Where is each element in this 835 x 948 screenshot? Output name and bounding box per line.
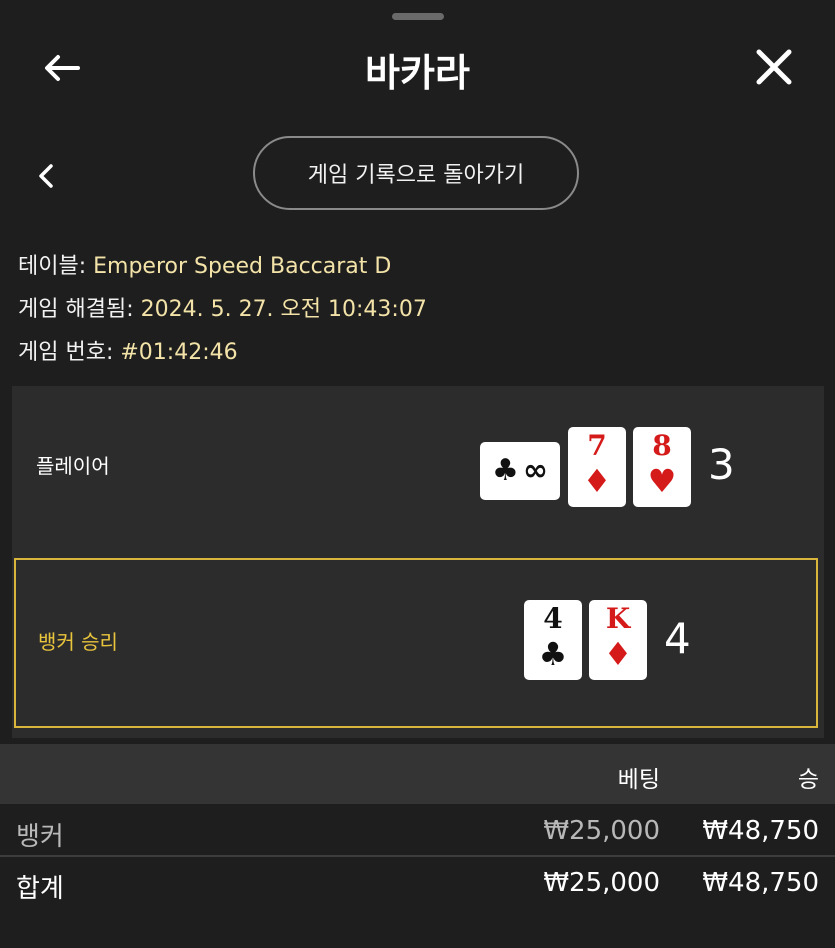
banker-score: 4: [664, 614, 691, 663]
bet-column-header: 베팅: [617, 767, 660, 793]
player-card-2-suit: ♦: [582, 462, 612, 500]
sheet-grabber[interactable]: [392, 13, 444, 20]
win-column-header: 승: [797, 767, 819, 793]
player-card-3: 8 ♥: [633, 427, 691, 507]
player-card-3-suit: ♥: [647, 462, 677, 500]
player-label: 플레이어: [36, 454, 110, 478]
bet-table-header: 베팅 승: [0, 744, 835, 804]
player-hand: 플레이어 ♣ ∞ 7 ♦ 8 ♥ 3: [12, 386, 824, 546]
round-result-panel: 플레이어 ♣ ∞ 7 ♦ 8 ♥ 3 뱅커 승리 4 ♣ K ♦ 4: [12, 386, 824, 738]
total-label: 합계: [16, 874, 64, 904]
player-score: 3: [708, 440, 735, 489]
banker-result-label: 뱅커 승리: [38, 630, 118, 654]
game-number-value: #01:42:46: [120, 340, 238, 365]
bet-row-total: 합계 ₩25,000 ₩48,750: [0, 858, 835, 908]
bet-row-name: 뱅커: [16, 822, 64, 852]
banker-card-1-suit: ♣: [538, 635, 568, 673]
resolved-info: 게임 해결됨: 2024. 5. 27. 오전 10:43:07: [18, 291, 427, 323]
player-card-1-suit: ♣: [492, 453, 519, 488]
player-card-3-rank: 8: [652, 429, 672, 462]
bet-row-amount: ₩25,000: [543, 816, 660, 846]
game-number-label: 게임 번호:: [18, 340, 121, 365]
bet-row-banker: 뱅커 ₩25,000 ₩48,750: [0, 806, 835, 856]
game-number-info: 게임 번호: #01:42:46: [18, 334, 238, 366]
player-card-2: 7 ♦: [568, 427, 626, 507]
previous-round-button[interactable]: [30, 158, 62, 194]
total-win: ₩48,750: [702, 868, 819, 898]
table-label: 테이블:: [18, 254, 94, 279]
divider: [0, 855, 835, 857]
table-info: 테이블: Emperor Speed Baccarat D: [18, 248, 391, 280]
banker-card-2-suit: ♦: [603, 635, 633, 673]
total-bet: ₩25,000: [543, 868, 660, 898]
chevron-left-icon: [39, 164, 53, 188]
banker-hand: 뱅커 승리 4 ♣ K ♦ 4: [14, 558, 818, 728]
page-title: 바카라: [365, 51, 470, 95]
resolved-value: 2024. 5. 27. 오전 10:43:07: [140, 297, 427, 322]
player-card-1: ♣ ∞: [480, 442, 560, 500]
player-card-2-rank: 7: [587, 429, 607, 462]
banker-card-2: K ♦: [589, 600, 647, 680]
close-icon: [756, 49, 792, 85]
header: 바카라: [0, 28, 835, 106]
player-card-1-rank: ∞: [522, 453, 548, 488]
bet-row-win: ₩48,750: [702, 816, 819, 846]
resolved-label: 게임 해결됨:: [18, 297, 141, 322]
banker-card-1: 4 ♣: [524, 600, 582, 680]
back-to-history-button[interactable]: 게임 기록으로 돌아가기: [253, 136, 579, 210]
table-value: Emperor Speed Baccarat D: [93, 254, 392, 279]
banker-card-1-rank: 4: [543, 602, 563, 635]
banker-card-2-rank: K: [605, 602, 631, 635]
close-button[interactable]: [751, 44, 797, 90]
round-navigation: 게임 기록으로 돌아가기: [0, 136, 835, 214]
